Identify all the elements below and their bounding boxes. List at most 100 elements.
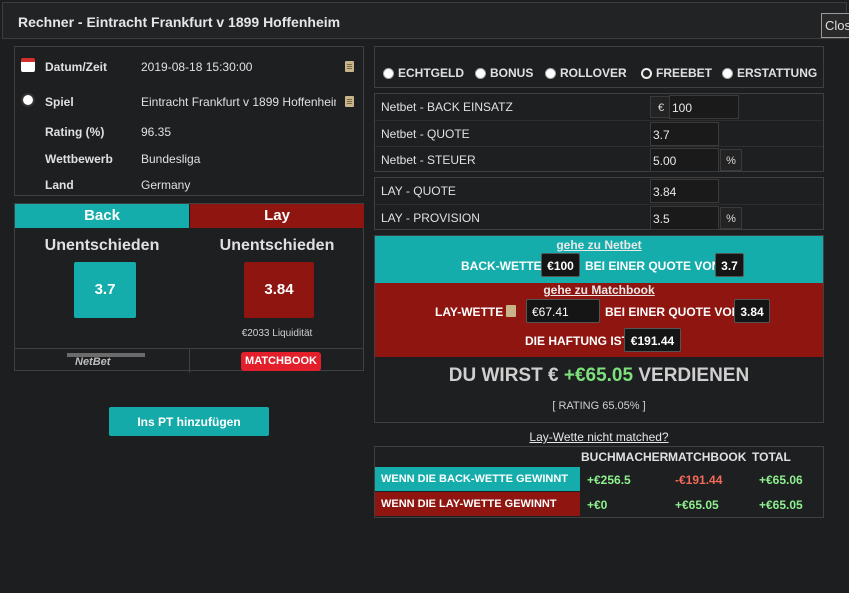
col-header-total: TOTAL bbox=[752, 450, 791, 464]
cell-exchange: -€191.44 bbox=[675, 473, 723, 487]
spiel-row: Spiel Eintracht Frankfurt v 1899 Hoffenh… bbox=[15, 92, 363, 112]
radio-label: ROLLOVER bbox=[560, 66, 627, 80]
back-instruction-band: gehe zu Netbet BACK-WETTE €100 BEI EINER… bbox=[375, 236, 823, 283]
back-stake-row: Netbet - BACK EINSATZ € 100 bbox=[375, 94, 823, 120]
back-bet-amount: €100 bbox=[541, 253, 580, 277]
table-row: WENN DIE LAY-WETTE GEWINNT +€0 +€65.05 +… bbox=[375, 492, 823, 516]
rating-value: 96.35 bbox=[141, 125, 172, 139]
profit-summary: DU WIRST € +€65.05 VERDIENEN bbox=[375, 365, 823, 387]
lay-form: LAY - QUOTE 3.84 LAY - PROVISION 3.5 % bbox=[374, 177, 824, 230]
datum-row: Datum/Zeit 2019-08-18 15:30:00 bbox=[15, 57, 363, 77]
logo-row: NetBet MATCHBOOK bbox=[15, 348, 363, 373]
radio-dot[interactable] bbox=[722, 67, 733, 79]
wettbewerb-label: Wettbewerb bbox=[45, 152, 113, 166]
back-stake-input[interactable]: 100 bbox=[669, 95, 739, 119]
radio-label: BONUS bbox=[490, 66, 534, 80]
land-label: Land bbox=[45, 178, 74, 192]
back-market: Unentschieden bbox=[44, 237, 160, 254]
spiel-value: Eintracht Frankfurt v 1899 Hoffenheim bbox=[141, 95, 336, 109]
close-button[interactable]: Close bbox=[821, 13, 849, 38]
lay-liquidity: €2033 Liquidität bbox=[241, 328, 313, 339]
lay-odds-row: LAY - QUOTE 3.84 bbox=[375, 178, 823, 204]
col-header-bookmaker: BUCHMACHER bbox=[581, 450, 669, 464]
radio-erstattung[interactable]: ERSTATTUNG bbox=[722, 66, 817, 80]
matchbook-logo[interactable]: MATCHBOOK bbox=[241, 352, 321, 371]
radio-freebet[interactable]: FREEBET bbox=[641, 66, 712, 80]
rating-label: Rating (%) bbox=[45, 125, 105, 139]
cell-total: +€65.05 bbox=[759, 498, 803, 512]
event-info-panel: Datum/Zeit 2019-08-18 15:30:00 Spiel Ein… bbox=[14, 46, 364, 196]
radio-dot[interactable] bbox=[545, 67, 556, 79]
netbet-logo-text: NetBet bbox=[75, 356, 111, 368]
table-row: WENN DIE BACK-WETTE GEWINNT +€256.5 -€19… bbox=[375, 467, 823, 491]
earn-value: +€65.05 bbox=[563, 365, 634, 386]
back-odds-button[interactable]: 3.7 bbox=[74, 262, 136, 318]
radio-label: FREEBET bbox=[656, 66, 713, 80]
back-odds-value: 3.7 bbox=[715, 253, 744, 277]
copy-spiel-icon[interactable] bbox=[345, 96, 354, 107]
percent-addon: % bbox=[720, 149, 742, 171]
back-bet-label: BACK-WETTE bbox=[461, 259, 542, 273]
cell-bookmaker: +€0 bbox=[587, 498, 608, 512]
back-tax-input[interactable]: 5.00 bbox=[650, 148, 719, 172]
radio-bonus[interactable]: BONUS bbox=[475, 66, 533, 80]
liability-label: DIE HAFTUNG IST bbox=[525, 334, 629, 348]
lay-bet-amount: €67.41 bbox=[526, 299, 600, 323]
wettbewerb-row: Wettbewerb Bundesliga bbox=[15, 149, 363, 169]
lay-commission-label: LAY - PROVISION bbox=[381, 211, 480, 225]
goto-matchbook-link[interactable]: gehe zu Matchbook bbox=[375, 283, 823, 297]
lay-commission-input[interactable]: 3.5 bbox=[650, 206, 719, 230]
outcome-table: BUCHMACHER MATCHBOOK TOTAL WENN DIE BACK… bbox=[374, 446, 824, 518]
add-to-pt-button[interactable]: Ins PT hinzufügen bbox=[109, 407, 269, 436]
back-odds-label: BEI EINER QUOTE VON bbox=[585, 259, 721, 273]
result-panel: gehe zu Netbet BACK-WETTE €100 BEI EINER… bbox=[374, 235, 824, 423]
cell-total: +€65.06 bbox=[759, 473, 803, 487]
back-odds-label: Netbet - QUOTE bbox=[381, 127, 470, 141]
radio-rollover[interactable]: ROLLOVER bbox=[545, 66, 627, 80]
back-tax-label: Netbet - STEUER bbox=[381, 153, 476, 167]
back-tax-row: Netbet - STEUER 5.00 % bbox=[375, 146, 823, 172]
liability-value: €191.44 bbox=[624, 328, 681, 352]
calendar-icon bbox=[21, 58, 35, 72]
back-odds-input[interactable]: 3.7 bbox=[650, 122, 719, 146]
spiel-label: Spiel bbox=[45, 95, 74, 109]
lay-header: Lay bbox=[190, 204, 364, 228]
back-form: Netbet - BACK EINSATZ € 100 Netbet - QUO… bbox=[374, 93, 824, 172]
back-stake-label: Netbet - BACK EINSATZ bbox=[381, 100, 513, 114]
rating-summary: [ RATING 65.05% ] bbox=[552, 400, 646, 412]
lay-odds-value: 3.84 bbox=[734, 299, 770, 323]
radio-dot[interactable] bbox=[475, 67, 486, 79]
cell-exchange: +€65.05 bbox=[675, 498, 719, 512]
lay-commission-row: LAY - PROVISION 3.5 % bbox=[375, 204, 823, 230]
title-bar: Rechner - Eintracht Frankfurt v 1899 Hof… bbox=[2, 2, 849, 39]
back-odds-row: Netbet - QUOTE 3.7 bbox=[375, 120, 823, 146]
col-header-exchange: MATCHBOOK bbox=[668, 450, 747, 464]
back-header: Back bbox=[15, 204, 189, 228]
land-row: Land Germany bbox=[15, 175, 363, 195]
land-value: Germany bbox=[141, 178, 191, 192]
radio-label: ERSTATTUNG bbox=[737, 66, 818, 80]
goto-netbet-link[interactable]: gehe zu Netbet bbox=[375, 238, 823, 252]
datum-label: Datum/Zeit bbox=[45, 60, 108, 74]
clipboard-icon[interactable] bbox=[506, 305, 516, 317]
copy-datum-icon[interactable] bbox=[345, 61, 354, 72]
lay-instruction-band: gehe zu Matchbook LAY-WETTE €67.41 BEI E… bbox=[375, 283, 823, 357]
earn-prefix: DU WIRST € bbox=[448, 365, 559, 386]
lay-column: Lay Unentschieden 3.84 €2033 Liquidität bbox=[190, 204, 364, 370]
lay-odds-label: BEI EINER QUOTE VON bbox=[605, 305, 741, 319]
divider bbox=[189, 349, 190, 373]
radio-label: ECHTGELD bbox=[398, 66, 464, 80]
bet-type-panel: ECHTGELD BONUS ROLLOVER FREEBET ERSTATTU… bbox=[374, 46, 824, 88]
lay-odds-label: LAY - QUOTE bbox=[381, 184, 456, 198]
radio-dot[interactable] bbox=[383, 67, 394, 79]
netbet-logo[interactable]: NetBet bbox=[67, 352, 145, 368]
lay-not-matched-link[interactable]: Lay-Wette nicht matched? bbox=[374, 430, 824, 444]
lay-market: Unentschieden bbox=[219, 237, 335, 254]
row-label: WENN DIE BACK-WETTE GEWINNT bbox=[375, 467, 580, 491]
lay-odds-input[interactable]: 3.84 bbox=[650, 179, 719, 203]
radio-echtgeld[interactable]: ECHTGELD bbox=[383, 66, 464, 80]
radio-dot-selected[interactable] bbox=[641, 67, 652, 79]
wettbewerb-value: Bundesliga bbox=[141, 152, 201, 166]
lay-odds-button[interactable]: 3.84 bbox=[244, 262, 314, 318]
row-label: WENN DIE LAY-WETTE GEWINNT bbox=[375, 492, 580, 516]
